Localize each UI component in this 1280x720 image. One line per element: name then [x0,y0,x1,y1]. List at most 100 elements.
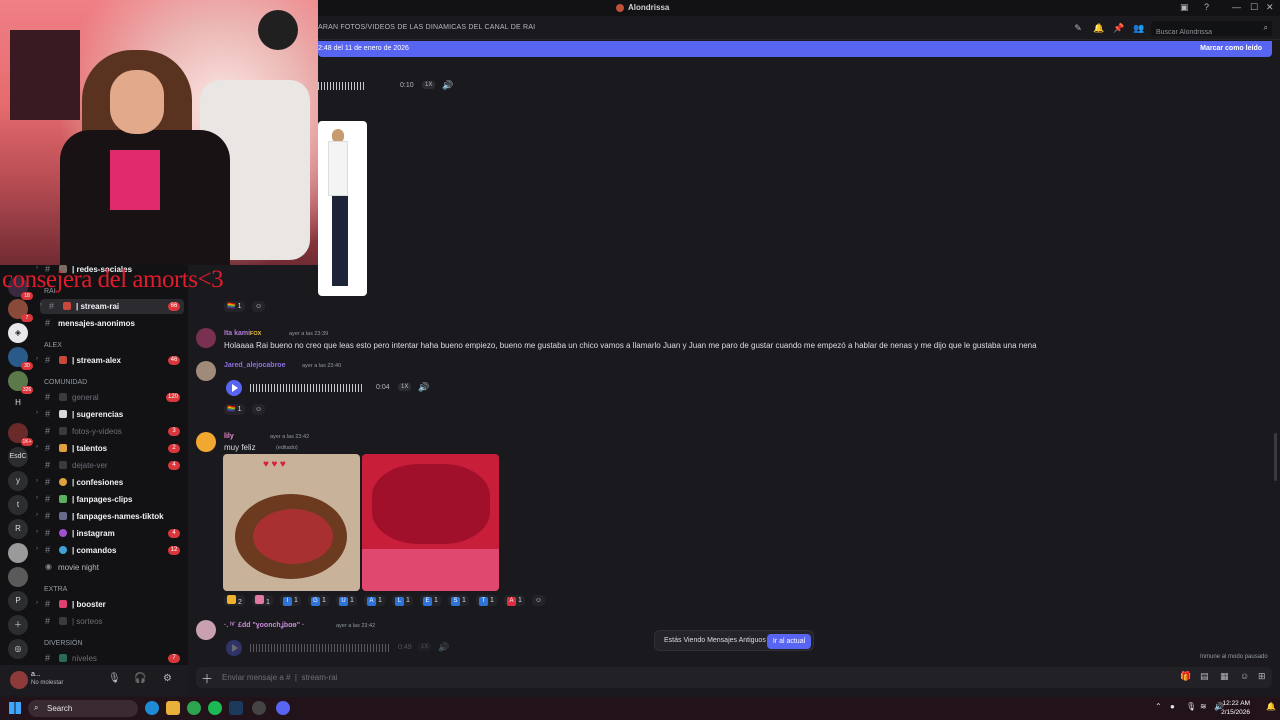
reaction-pride-flag[interactable]: 🏳️‍🌈 1 [224,301,245,312]
edge-icon[interactable] [145,701,159,715]
microphone-icon[interactable]: 🎙 [108,673,121,684]
reaction-chip[interactable]: S1 [448,595,469,606]
server-icon-r[interactable]: R [8,519,28,539]
username[interactable]: Ita kami [224,330,250,337]
sticker-icon[interactable]: ▦ [1220,671,1229,682]
channel-item[interactable]: › # | sugerencias [36,407,188,422]
avatar[interactable] [196,432,216,452]
audio-player[interactable]: 0:04 1X 🔊 [226,379,436,399]
category-comunidad[interactable]: COMUNIDAD [44,379,87,386]
channel-item[interactable]: # niveles 7 [36,651,188,666]
minimize-button[interactable]: — [1232,2,1241,12]
category-diversion[interactable]: DIVERSIÓN [44,640,83,647]
audio-waveform[interactable] [318,82,366,90]
channel-item[interactable]: › # | instagram 4 [36,526,188,541]
channel-item[interactable]: # general 120 [36,390,188,405]
apps-icon[interactable]: ⊞ [1258,671,1266,682]
help-icon[interactable]: ? [1204,2,1209,12]
headphones-icon[interactable]: 🎧 [134,673,146,684]
channel-item[interactable]: # dejate-ver 4 [36,458,188,473]
wifi-icon[interactable]: ≋ [1200,702,1207,711]
channel-item-active[interactable]: › # | stream-rai 66 [40,299,184,314]
reaction-chip[interactable]: U1 [336,595,357,606]
server-icon[interactable]: 1K+ [8,423,33,446]
pinned-icon[interactable]: 📌 [1113,23,1124,33]
server-icon-h[interactable]: H [8,393,28,413]
discover-icon[interactable]: ◎ [8,639,28,659]
tray-app-icon[interactable]: ● [1170,702,1175,711]
channel-item-voice[interactable]: ◉ movie night [36,560,188,575]
channel-item[interactable]: # | sorteos [36,614,188,629]
reaction-chip[interactable]: G1 [308,595,329,606]
jump-to-present-button[interactable]: Ir al actual [767,634,811,649]
user-avatar[interactable] [10,671,28,689]
server-icon-t[interactable]: t [8,495,28,515]
reaction-chip[interactable]: E1 [420,595,441,606]
playback-speed-button[interactable]: 1X [418,643,432,651]
playback-speed-button[interactable]: 1X [422,81,436,89]
reaction-pride-flag[interactable]: 🏳️‍🌈 1 [224,404,245,415]
audio-waveform[interactable] [250,384,362,392]
play-icon[interactable] [226,380,242,396]
search-input[interactable] [1151,25,1261,40]
channel-item[interactable]: # fotos-y-videos 3 [36,424,188,439]
reaction-chip[interactable]: 1 [252,595,273,606]
channel-item[interactable]: › # | stream-alex 46 [36,353,188,368]
server-icon[interactable]: ◈ [8,323,28,343]
threads-icon[interactable]: ✎ [1073,23,1083,33]
playback-speed-button[interactable]: 1X [398,383,412,391]
emoji-icon[interactable]: ☺ [1240,671,1249,681]
taskbar-search[interactable]: ⌕ Search [28,700,138,717]
server-icon-y[interactable]: y [8,471,28,491]
taskbar-clock[interactable]: 12:22 AM 2/15/2026 [1221,699,1250,717]
server-icon-p[interactable]: P [8,591,28,611]
maximize-button[interactable]: ☐ [1250,2,1258,13]
server-icon-esdc[interactable]: EsdC [8,447,28,467]
gif-icon[interactable]: ▤ [1200,671,1209,682]
tray-mic-icon[interactable]: 🎙 [1186,702,1196,711]
username[interactable]: ·. ʰˡ˙ £dd "ɣoonchʝbɑɵ" · [224,622,304,629]
image-attachment[interactable] [318,121,367,296]
category-extra[interactable]: EXTRA [44,586,67,593]
add-server-icon[interactable]: ＋ [8,615,28,635]
reaction-chip[interactable]: T1 [476,595,497,606]
server-icon[interactable]: 7 [8,299,33,322]
settings-gear-icon[interactable]: ⚙ [163,673,172,684]
channel-item[interactable]: › # | booster [36,597,188,612]
chrome-icon[interactable] [187,701,201,715]
volume-icon[interactable]: 🔊 [438,642,449,653]
volume-icon[interactable]: 🔊 [442,80,453,91]
image-attachment-roses[interactable] [362,454,499,591]
play-icon[interactable] [226,640,242,656]
tray-chevron-icon[interactable]: ⌃ [1155,702,1162,711]
channel-item[interactable]: › # | fanpages-names-tiktok [36,509,188,524]
member-list-icon[interactable]: 👥 [1133,23,1144,33]
chat-scrollbar[interactable] [1274,433,1277,481]
discord-icon[interactable] [276,701,290,715]
attach-plus-icon[interactable]: ＋ [201,670,213,687]
avatar[interactable] [196,361,216,381]
avatar[interactable] [196,328,216,348]
server-icon[interactable]: 326 [8,371,33,394]
inbox-icon[interactable]: ▣ [1180,2,1189,13]
notifications-icon[interactable]: 🔔 [1266,702,1276,711]
username[interactable]: lily [224,433,234,440]
reaction-chip[interactable]: A1 [364,595,385,606]
reaction-chip[interactable]: A1 [504,595,525,606]
add-reaction-button[interactable]: ☺ [252,301,266,312]
gift-icon[interactable]: 🎁 [1180,671,1191,682]
category-alex[interactable]: ALEX [44,342,62,349]
server-icon[interactable]: 30 [8,347,33,370]
steam-icon[interactable] [229,701,243,715]
reaction-chip[interactable]: 2 [224,595,245,606]
file-explorer-icon[interactable] [166,701,180,715]
message-input[interactable] [222,670,1122,685]
new-messages-bar[interactable]: 2:48 del 11 de enero de 2026 Marcar como… [318,41,1272,57]
server-icon[interactable] [8,543,28,563]
reaction-chip[interactable]: I1 [280,595,301,606]
channel-item[interactable]: # mensajes-anonimos [36,316,188,331]
image-attachment-cake[interactable]: ♥ ♥ ♥ [223,454,360,591]
audio-waveform[interactable] [250,644,390,652]
audio-player[interactable]: 0:10 1X 🔊 [312,77,472,97]
spotify-icon[interactable] [208,701,222,715]
